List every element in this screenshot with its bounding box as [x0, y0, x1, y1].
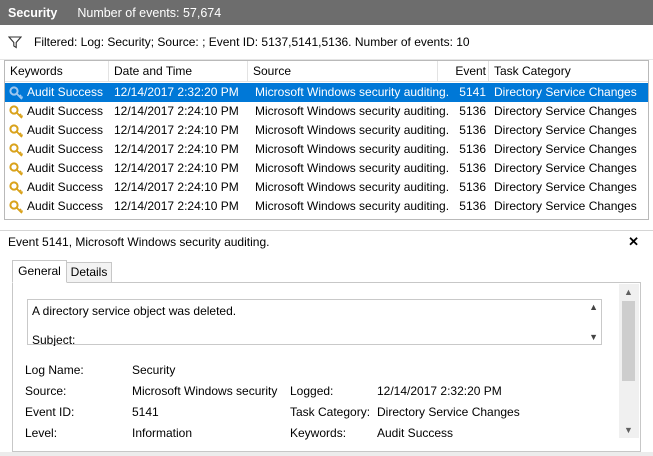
general-panel: A directory service object was deleted. …: [12, 282, 641, 452]
keywords-label: Keywords:: [290, 426, 347, 440]
tab-details[interactable]: Details: [66, 262, 112, 283]
column-header-keywords[interactable]: Keywords: [5, 61, 109, 82]
date-cell: 12/14/2017 2:24:10 PM: [114, 123, 239, 137]
keywords-cell: Audit Success: [9, 178, 109, 197]
keywords-value: Audit Success: [377, 426, 454, 440]
keywords-text: Audit Success: [27, 123, 104, 137]
scrollbar-thumb[interactable]: [622, 301, 635, 381]
source-cell: Microsoft Windows security auditing.: [255, 104, 450, 118]
category-cell: Directory Service Changes: [494, 104, 637, 118]
keywords-cell: Audit Success: [9, 197, 109, 216]
close-icon[interactable]: ✕: [628, 234, 639, 250]
date-cell: 12/14/2017 2:24:10 PM: [114, 180, 239, 194]
keywords-text: Audit Success: [27, 161, 104, 175]
category-cell: Directory Service Changes: [494, 161, 637, 175]
table-row[interactable]: Audit Success 12/14/2017 2:24:10 PM Micros…: [5, 178, 648, 197]
level-value: Information: [132, 426, 193, 440]
keywords-text: Audit Success: [27, 180, 104, 194]
table-row[interactable]: Audit Success 12/14/2017 2:24:10 PM Micros…: [5, 197, 648, 216]
log-name-title: Security: [8, 5, 58, 20]
events-grid[interactable]: Keywords Date and Time Source Event ID T…: [4, 60, 649, 220]
keywords-cell: Audit Success: [9, 140, 109, 159]
scroll-down-icon[interactable]: ▼: [624, 425, 633, 435]
category-cell: Directory Service Changes: [494, 199, 637, 213]
column-header-event-id[interactable]: Event ID: [438, 61, 489, 98]
key-icon: [9, 161, 24, 176]
table-row[interactable]: Audit Success 12/14/2017 2:32:20 PM Micros…: [5, 83, 648, 102]
keywords-text: Audit Success: [27, 142, 104, 156]
event-count: Number of events: 57,674: [77, 5, 222, 20]
date-cell: 12/14/2017 2:24:10 PM: [114, 142, 239, 156]
event-detail-title: Event 5141, Microsoft Windows security a…: [8, 234, 270, 249]
key-icon: [9, 123, 24, 138]
detail-scrollbar[interactable]: ▲ ▼: [619, 284, 639, 438]
keywords-text: Audit Success: [27, 104, 104, 118]
filter-funnel-icon: [8, 36, 22, 49]
keywords-cell: Audit Success: [9, 121, 109, 140]
keywords-cell: Audit Success: [9, 83, 109, 102]
column-header-source[interactable]: Source: [248, 61, 438, 82]
message-scroll-down-icon[interactable]: ▼: [589, 332, 598, 342]
message-scroll-up-icon[interactable]: ▲: [589, 302, 598, 312]
table-row[interactable]: Audit Success 12/14/2017 2:24:10 PM Micros…: [5, 159, 648, 178]
logged-label: Logged:: [290, 384, 334, 398]
filter-bar: Filtered: Log: Security; Source: ; Event…: [0, 25, 653, 60]
keywords-cell: Audit Success: [9, 102, 109, 121]
message-line-1: A directory service object was deleted.: [32, 304, 237, 318]
source-cell: Microsoft Windows security auditing.: [255, 123, 450, 137]
keywords-text: Audit Success: [27, 199, 104, 213]
table-row[interactable]: Audit Success 12/14/2017 2:24:10 PM Micros…: [5, 102, 648, 121]
column-header-date[interactable]: Date and Time: [109, 61, 248, 82]
event-id-cell: 5141: [459, 85, 486, 99]
key-icon: [9, 142, 24, 157]
event-detail-header: Event 5141, Microsoft Windows security a…: [0, 230, 653, 252]
date-cell: 12/14/2017 2:24:10 PM: [114, 104, 239, 118]
key-icon: [9, 85, 24, 100]
source-value: Microsoft Windows security: [132, 384, 278, 398]
event-id-cell: 5136: [459, 161, 486, 175]
title-bar: Security Number of events: 57,674: [0, 0, 653, 25]
event-message-box[interactable]: A directory service object was deleted. …: [27, 299, 602, 346]
keywords-text: Audit Success: [27, 85, 104, 99]
keywords-cell: Audit Success: [9, 159, 109, 178]
event-id-cell: 5136: [459, 123, 486, 137]
log-name-value: Security: [132, 363, 176, 377]
bottom-edge: [0, 452, 653, 456]
category-cell: Directory Service Changes: [494, 85, 637, 99]
category-cell: Directory Service Changes: [494, 123, 637, 137]
source-cell: Microsoft Windows security auditing.: [255, 142, 450, 156]
event-id-value: 5141: [132, 405, 159, 419]
source-cell: Microsoft Windows security auditing.: [255, 161, 450, 175]
key-icon: [9, 180, 24, 195]
key-icon: [9, 199, 24, 214]
source-cell: Microsoft Windows security auditing.: [255, 180, 450, 194]
logged-value: 12/14/2017 2:32:20 PM: [377, 384, 502, 398]
date-cell: 12/14/2017 2:24:10 PM: [114, 199, 239, 213]
event-id-cell: 5136: [459, 180, 486, 194]
source-cell: Microsoft Windows security auditing.: [255, 85, 450, 99]
category-cell: Directory Service Changes: [494, 180, 637, 194]
log-name-label: Log Name:: [25, 363, 84, 377]
category-cell: Directory Service Changes: [494, 142, 637, 156]
event-id-label: Event ID:: [25, 405, 75, 419]
filter-text: Filtered: Log: Security; Source: ; Event…: [34, 35, 470, 49]
event-id-cell: 5136: [459, 199, 486, 213]
source-label: Source:: [25, 384, 67, 398]
date-cell: 12/14/2017 2:24:10 PM: [114, 161, 239, 175]
event-id-cell: 5136: [459, 142, 486, 156]
column-header-task-category[interactable]: Task Category: [489, 61, 648, 82]
tab-general[interactable]: General: [12, 260, 67, 283]
key-icon: [9, 104, 24, 119]
table-row[interactable]: Audit Success 12/14/2017 2:24:10 PM Micros…: [5, 121, 648, 140]
table-row[interactable]: Audit Success 12/14/2017 2:24:10 PM Micros…: [5, 140, 648, 159]
grid-header: Keywords Date and Time Source Event ID T…: [5, 61, 648, 98]
source-cell: Microsoft Windows security auditing.: [255, 199, 450, 213]
message-line-2: Subject:: [32, 333, 76, 346]
date-cell: 12/14/2017 2:32:20 PM: [114, 85, 239, 99]
scroll-up-icon[interactable]: ▲: [624, 287, 633, 297]
level-label: Level:: [25, 426, 58, 440]
task-category-value: Directory Service Changes: [377, 405, 520, 419]
task-category-label: Task Category:: [290, 405, 371, 419]
event-id-cell: 5136: [459, 104, 486, 118]
